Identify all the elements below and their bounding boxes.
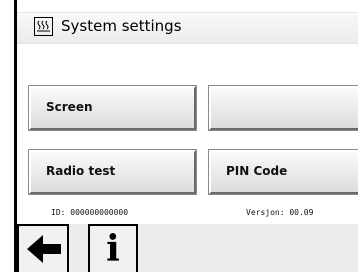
info-button[interactable]: i xyxy=(88,224,138,272)
radio-test-button-label: Radio test xyxy=(46,164,116,178)
blank-button[interactable] xyxy=(208,85,358,131)
back-button[interactable] xyxy=(17,224,69,272)
page-title: System settings xyxy=(61,17,182,35)
version-label: Versjon: 00.09 xyxy=(246,208,314,217)
info-icon: i xyxy=(106,228,120,270)
arrow-left-icon xyxy=(27,235,61,263)
heater-icon xyxy=(34,17,53,36)
screen-button[interactable]: Screen xyxy=(28,85,197,131)
header-bar: System settings xyxy=(17,12,358,44)
bottom-bar: i xyxy=(17,224,358,272)
screen-button-label: Screen xyxy=(46,100,93,114)
pin-code-button-label: PIN Code xyxy=(226,164,288,178)
device-id: ID: 000000000000 xyxy=(51,208,129,217)
settings-screen: System settings Screen Radio test PIN Co… xyxy=(14,0,358,272)
radio-test-button[interactable]: Radio test xyxy=(28,149,197,195)
pin-code-button[interactable]: PIN Code xyxy=(208,149,358,195)
